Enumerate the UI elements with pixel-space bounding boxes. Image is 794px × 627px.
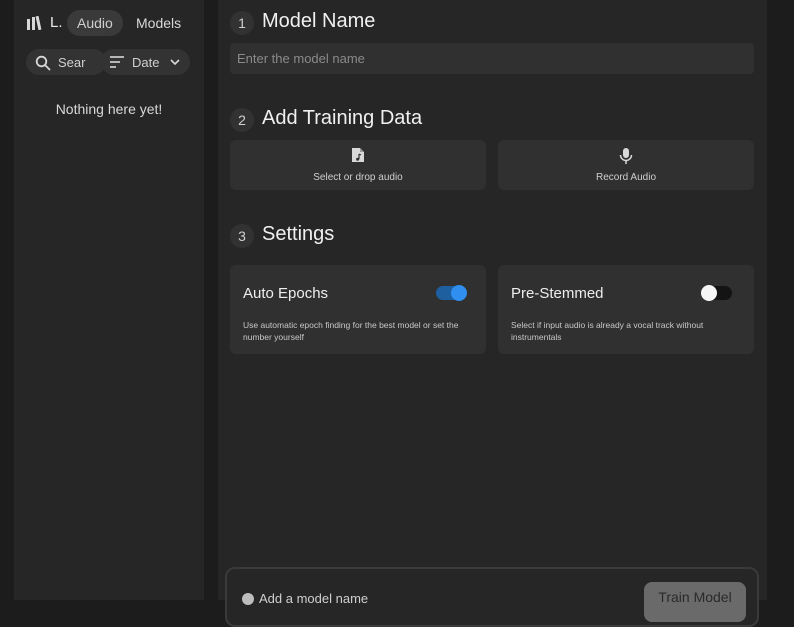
record-audio-label: Record Audio [595, 172, 657, 183]
sidebar: L. Audio Models Sear Date Nothing here y… [14, 0, 204, 600]
auto-epochs-description: Use automatic epoch finding for the best… [243, 320, 459, 342]
empty-state-text: Nothing here yet! [55, 101, 163, 117]
main-panel: 1 Model Name 2 Add Training Data Select … [218, 0, 767, 627]
chevron-down-icon [170, 59, 180, 66]
library-label: L. [50, 14, 63, 31]
step-number-2: 2 [230, 108, 254, 132]
tab-audio[interactable]: Audio [67, 10, 123, 36]
sidebar-header: L. Audio Models [14, 10, 204, 36]
pre-stemmed-description: Select if input audio is already a vocal… [511, 320, 704, 342]
sort-label: Date [132, 55, 160, 70]
step-number-1: 1 [230, 11, 254, 35]
footer-bar: Add a model name Train Model [225, 567, 759, 627]
select-audio-label: Select or drop audio [313, 172, 403, 183]
sort-icon [110, 56, 124, 68]
step-title-model-name: Model Name [262, 10, 376, 32]
step-title-training-data: Add Training Data [262, 107, 423, 129]
step-number-3: 3 [230, 224, 254, 248]
info-icon [242, 593, 254, 605]
toggle-knob [701, 285, 717, 301]
search-button[interactable]: Sear [26, 49, 106, 75]
train-model-button[interactable]: Train Model [644, 582, 746, 622]
search-icon [35, 55, 51, 71]
auto-epochs-card: Auto Epochs Use automatic epoch finding … [230, 265, 486, 354]
step-title-settings: Settings [262, 223, 335, 245]
tab-models[interactable]: Models [126, 10, 191, 36]
pre-stemmed-card: Pre-Stemmed Select if input audio is alr… [498, 265, 754, 354]
microphone-icon [619, 148, 633, 164]
sort-dropdown[interactable]: Date [101, 49, 190, 75]
search-label: Sear [58, 55, 86, 70]
select-audio-button[interactable]: Select or drop audio [230, 140, 486, 190]
auto-epochs-toggle[interactable] [436, 285, 467, 301]
audio-file-icon [352, 148, 364, 162]
model-name-input[interactable] [230, 43, 754, 74]
toggle-knob [451, 285, 467, 301]
library-icon [27, 16, 42, 30]
pre-stemmed-title: Pre-Stemmed [511, 285, 604, 302]
auto-epochs-title: Auto Epochs [243, 285, 329, 302]
record-audio-button[interactable]: Record Audio [498, 140, 754, 190]
pre-stemmed-toggle[interactable] [701, 285, 732, 301]
footer-hint: Add a model name [259, 591, 369, 606]
